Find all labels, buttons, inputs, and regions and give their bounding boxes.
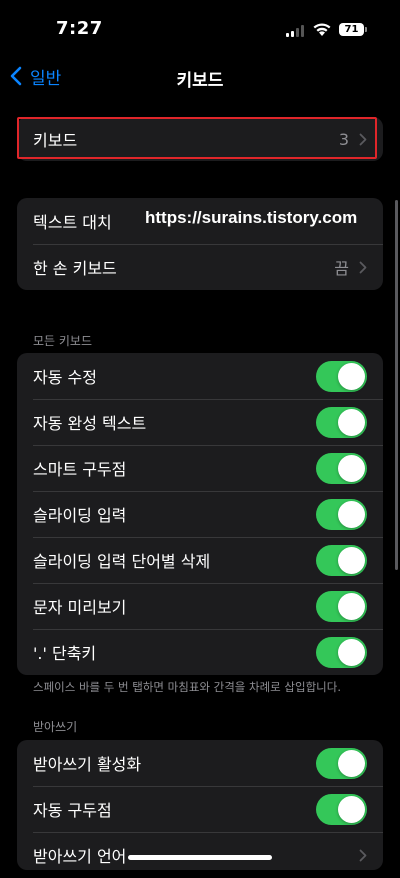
delete-slide-word-row: 슬라이딩 입력 단어별 삭제	[17, 537, 383, 583]
cellular-signal-icon	[286, 25, 306, 37]
auto-punctuation-label: 자동 구두점	[33, 801, 112, 820]
slide-to-type-toggle[interactable]	[316, 498, 367, 530]
keyboards-group: 키보드 3	[17, 117, 383, 161]
one-handed-keyboard-row[interactable]: 한 손 키보드 끔	[17, 244, 383, 290]
character-preview-row: 문자 미리보기	[17, 583, 383, 629]
toggle-knob	[338, 638, 365, 666]
period-shortcut-footer: 스페이스 바를 두 번 탭하면 마침표와 간격을 차례로 삽입합니다.	[33, 680, 341, 694]
predictive-text-toggle[interactable]	[316, 406, 367, 438]
slide-to-type-label: 슬라이딩 입력	[33, 506, 127, 525]
toggle-knob	[338, 749, 365, 777]
period-shortcut-row: '.' 단축키	[17, 629, 383, 675]
auto-correction-toggle[interactable]	[316, 360, 367, 392]
keyboards-count-wrap: 3	[339, 130, 367, 149]
dictation-group: 받아쓰기 활성화 자동 구두점 받아쓰기 언어	[17, 740, 383, 870]
one-handed-value-wrap: 끔	[334, 255, 367, 279]
toggle-knob	[338, 408, 365, 436]
toggle-knob	[338, 454, 365, 482]
auto-correction-label: 자동 수정	[33, 368, 97, 387]
smart-punctuation-toggle[interactable]	[316, 452, 367, 484]
character-preview-label: 문자 미리보기	[33, 598, 127, 617]
smart-punctuation-label: 스마트 구두점	[33, 460, 127, 479]
auto-punctuation-row: 자동 구두점	[17, 786, 383, 832]
delete-slide-word-label: 슬라이딩 입력 단어별 삭제	[33, 552, 211, 571]
all-keyboards-header: 모든 키보드	[33, 334, 93, 348]
chevron-right-icon	[359, 133, 367, 145]
predictive-text-row: 자동 완성 텍스트	[17, 399, 383, 445]
character-preview-toggle[interactable]	[316, 590, 367, 622]
page-title: 키보드	[176, 71, 224, 91]
dictation-language-chevron-wrap	[349, 849, 367, 862]
period-shortcut-label: '.' 단축키	[33, 644, 97, 663]
delete-slide-word-toggle[interactable]	[316, 544, 367, 576]
toggle-knob	[338, 546, 365, 574]
chevron-right-icon	[359, 849, 367, 861]
toggle-knob	[338, 362, 365, 390]
predictive-text-label: 자동 완성 텍스트	[33, 414, 147, 433]
wifi-icon	[313, 23, 331, 36]
dictation-language-label: 받아쓰기 언어	[33, 847, 127, 866]
keyboards-row[interactable]: 키보드 3	[17, 117, 383, 161]
navigation-bar: 일반 키보드	[0, 54, 400, 98]
toggle-knob	[338, 500, 365, 528]
keyboards-count: 3	[338, 129, 349, 149]
battery-icon: 71	[339, 23, 364, 36]
enable-dictation-row: 받아쓰기 활성화	[17, 740, 383, 786]
status-bar: 7:27 71	[0, 0, 400, 54]
all-keyboards-group: 자동 수정 자동 완성 텍스트 스마트 구두점 슬라이딩 입력 슬라이딩 입력 …	[17, 353, 383, 675]
home-indicator[interactable]	[128, 855, 272, 860]
one-handed-keyboard-value: 끔	[334, 259, 349, 278]
keyboards-label: 키보드	[33, 131, 78, 150]
watermark-text: https://surains.tistory.com	[145, 208, 358, 227]
smart-punctuation-row: 스마트 구두점	[17, 445, 383, 491]
battery-tip	[365, 27, 367, 32]
enable-dictation-toggle[interactable]	[316, 747, 367, 779]
slide-to-type-row: 슬라이딩 입력	[17, 491, 383, 537]
scrollbar[interactable]	[395, 200, 398, 570]
text-replacement-label: 텍스트 대치	[33, 213, 112, 232]
toggle-knob	[338, 592, 365, 620]
status-time: 7:27	[56, 18, 103, 39]
dictation-header: 받아쓰기	[33, 720, 78, 734]
chevron-right-icon	[359, 261, 367, 273]
one-handed-keyboard-label: 한 손 키보드	[33, 259, 117, 278]
auto-correction-row: 자동 수정	[17, 353, 383, 399]
auto-punctuation-toggle[interactable]	[316, 793, 367, 825]
enable-dictation-label: 받아쓰기 활성화	[33, 755, 142, 774]
period-shortcut-toggle[interactable]	[316, 636, 367, 668]
toggle-knob	[338, 795, 365, 823]
